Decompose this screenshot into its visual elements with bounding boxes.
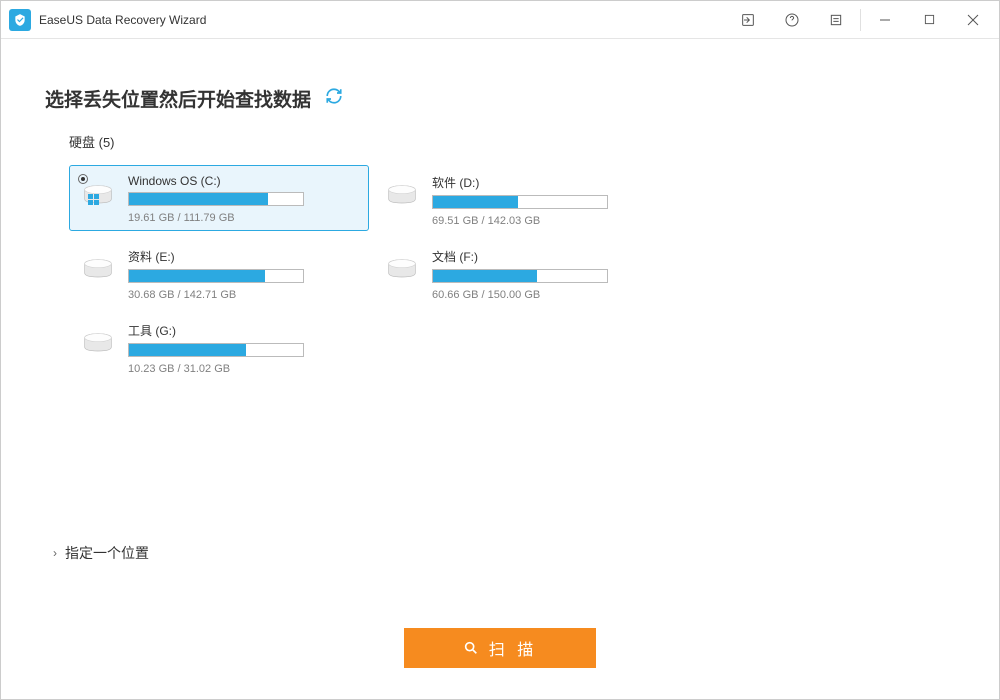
drive-card[interactable]: 工具 (G:) 10.23 GB / 31.02 GB [69, 313, 369, 379]
maximize-button[interactable] [907, 1, 951, 39]
drive-size-text: 60.66 GB / 150.00 GB [432, 289, 662, 301]
chevron-right-icon: › [53, 546, 57, 560]
drive-card[interactable]: 软件 (D:) 69.51 GB / 142.03 GB [373, 165, 673, 231]
app-icon [9, 9, 31, 31]
drive-name: 资料 (E:) [128, 248, 358, 265]
drive-card[interactable]: 资料 (E:) 30.68 GB / 142.71 GB [69, 239, 369, 305]
drive-name: Windows OS (C:) [128, 174, 358, 188]
drive-info: 工具 (G:) 10.23 GB / 31.02 GB [128, 322, 358, 375]
drive-size-text: 69.51 GB / 142.03 GB [432, 215, 662, 227]
drive-info: 文档 (F:) 60.66 GB / 150.00 GB [432, 248, 662, 301]
drive-info: Windows OS (C:) 19.61 GB / 111.79 GB [128, 174, 358, 224]
disk-section-label: 硬盘 (5) [69, 132, 955, 151]
specify-location-row[interactable]: › 指定一个位置 [53, 543, 955, 563]
radio-indicator [78, 174, 88, 184]
titlebar-left: EaseUS Data Recovery Wizard [5, 9, 206, 31]
drive-usage-bar [432, 195, 608, 209]
drive-usage-bar [128, 343, 304, 357]
drive-name: 工具 (G:) [128, 322, 358, 339]
refresh-icon[interactable] [325, 87, 343, 110]
drive-size-text: 10.23 GB / 31.02 GB [128, 363, 358, 375]
scan-button-label: 扫 描 [489, 636, 537, 660]
search-icon [463, 640, 479, 656]
import-icon[interactable] [726, 1, 770, 39]
drive-size-text: 30.68 GB / 142.71 GB [128, 289, 358, 301]
drive-card[interactable]: Windows OS (C:) 19.61 GB / 111.79 GB [69, 165, 369, 231]
titlebar-separator [860, 9, 861, 31]
minimize-button[interactable] [863, 1, 907, 39]
content-area: 选择丢失位置然后开始查找数据 硬盘 (5) Windows OS (C:) 19… [1, 39, 999, 563]
hdd-icon [384, 174, 424, 220]
drive-info: 资料 (E:) 30.68 GB / 142.71 GB [128, 248, 358, 301]
scan-button[interactable]: 扫 描 [404, 628, 596, 668]
drive-usage-bar [128, 269, 304, 283]
help-icon[interactable] [770, 1, 814, 39]
titlebar: EaseUS Data Recovery Wizard [1, 1, 999, 39]
menu-icon[interactable] [814, 1, 858, 39]
specify-location-label: 指定一个位置 [65, 543, 149, 563]
drive-usage-bar [128, 192, 304, 206]
drive-size-text: 19.61 GB / 111.79 GB [128, 212, 358, 224]
page-heading: 选择丢失位置然后开始查找数据 [45, 85, 311, 112]
hdd-icon [384, 248, 424, 294]
drive-grid: Windows OS (C:) 19.61 GB / 111.79 GB 软件 … [69, 165, 955, 387]
drive-info: 软件 (D:) 69.51 GB / 142.03 GB [432, 174, 662, 227]
close-button[interactable] [951, 1, 995, 39]
drive-card[interactable]: 文档 (F:) 60.66 GB / 150.00 GB [373, 239, 673, 305]
drive-name: 软件 (D:) [432, 174, 662, 191]
hdd-icon [80, 248, 120, 294]
drive-name: 文档 (F:) [432, 248, 662, 265]
hdd-icon [80, 322, 120, 368]
titlebar-right [726, 1, 995, 39]
app-title: EaseUS Data Recovery Wizard [39, 13, 206, 27]
drive-usage-bar [432, 269, 608, 283]
heading-row: 选择丢失位置然后开始查找数据 [45, 85, 955, 112]
